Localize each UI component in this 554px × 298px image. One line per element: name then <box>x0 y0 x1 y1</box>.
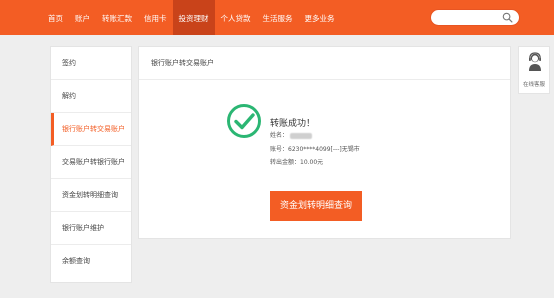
name-line: 姓名： <box>270 130 313 139</box>
sidebar-item-sign[interactable]: 签约 <box>51 47 131 80</box>
sidebar-menu: 签约 解约 银行账户转交易账户 交易账户转银行账户 资金划转明细查询 银行账户维… <box>50 46 132 283</box>
nav-item-credit-card[interactable]: 信用卡 <box>138 0 173 35</box>
name-label: 姓名： <box>270 132 289 139</box>
nav-item-account[interactable]: 账户 <box>69 0 96 35</box>
redacted-name <box>290 132 313 139</box>
account-line: 账号：6230****4099[---]无锡市 <box>270 146 360 153</box>
nav-item-transfer[interactable]: 转账汇款 <box>96 0 138 35</box>
sidebar-item-trade-to-bank[interactable]: 交易账户转银行账户 <box>51 146 131 179</box>
nav-item-more[interactable]: 更多业务 <box>299 0 341 35</box>
online-service-label: 在线客服 <box>522 82 545 88</box>
online-service-widget[interactable]: 在线客服 <box>518 46 550 94</box>
nav-item-investment[interactable]: 投资理财 <box>172 0 215 35</box>
nav-item-home[interactable]: 首页 <box>42 0 69 35</box>
nav-item-life-services[interactable]: 生活服务 <box>257 0 299 35</box>
top-nav-bar: 首页 账户 转账汇款 信用卡 投资理财 个人贷款 生活服务 更多业务 <box>0 0 554 35</box>
success-title: 转账成功！ <box>270 119 316 129</box>
search-icon[interactable] <box>502 12 513 23</box>
main-nav: 首页 账户 转账汇款 信用卡 投资理财 个人贷款 生活服务 更多业务 <box>42 0 341 35</box>
sidebar-item-balance-query[interactable]: 余额查询 <box>51 245 131 278</box>
panel-title: 银行账户转交易账户 <box>139 47 510 80</box>
search-input[interactable] <box>430 9 520 26</box>
success-check-icon <box>227 104 261 138</box>
sidebar-item-bank-to-trade[interactable]: 银行账户转交易账户 <box>51 113 131 146</box>
sidebar-item-transfer-detail[interactable]: 资金划转明细查询 <box>51 179 131 212</box>
nav-item-personal-loan[interactable]: 个人贷款 <box>215 0 257 35</box>
sidebar-item-unsign[interactable]: 解约 <box>51 80 131 113</box>
headset-agent-icon <box>529 52 541 71</box>
amount-line: 转出金额：10.00元 <box>270 159 324 166</box>
sidebar-item-account-maintenance[interactable]: 银行账户维护 <box>51 212 131 245</box>
transfer-detail-query-button[interactable]: 资金划转明细查询 <box>270 191 362 221</box>
